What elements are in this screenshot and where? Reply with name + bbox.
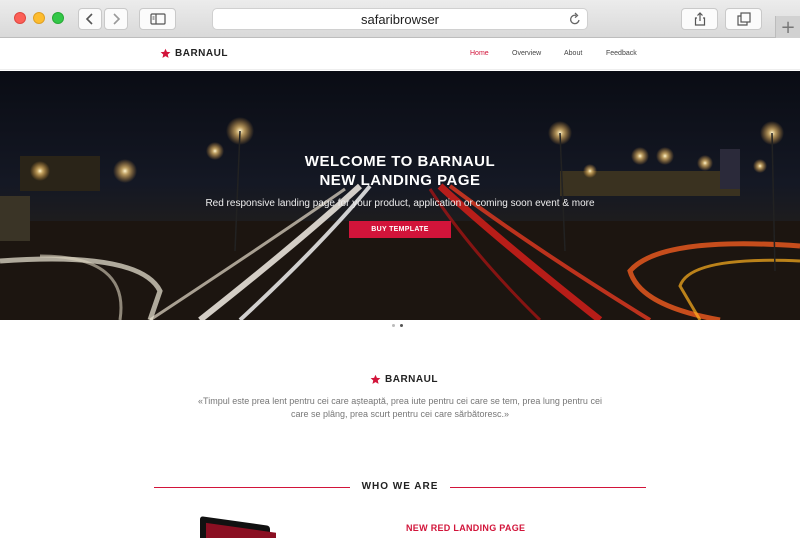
- nav-link-home[interactable]: Home: [470, 50, 489, 57]
- site-header: BARNAUL Home Overview About Feedback: [0, 38, 800, 70]
- browser-toolbar: safaribrowser: [0, 0, 800, 38]
- buy-template-button[interactable]: BUY TEMPLATE: [349, 221, 451, 238]
- new-tab-button[interactable]: +: [775, 16, 800, 38]
- who-we-are-title: WHO WE ARE: [361, 481, 439, 492]
- about-quote: «Timpul este prea lent pentru cei care a…: [198, 396, 602, 419]
- section-subheading: NEW RED LANDING PAGE: [406, 523, 526, 533]
- chevron-left-icon: [85, 13, 93, 25]
- hero-background-image: [0, 117, 800, 320]
- sidebar-icon: [149, 13, 166, 25]
- forward-button[interactable]: [104, 8, 128, 30]
- nav-link-overview[interactable]: Overview: [512, 50, 541, 57]
- close-window-button[interactable]: [14, 12, 26, 24]
- nav-link-about[interactable]: About: [564, 50, 582, 57]
- browser-window: safaribrowser + BARNAUL Home Overview Ab…: [0, 0, 800, 538]
- star-icon: [370, 374, 381, 384]
- tabs-icon: [736, 12, 751, 26]
- hero-title-line-1: WELCOME TO BARNAUL: [304, 153, 496, 170]
- share-icon: [694, 12, 705, 26]
- share-button[interactable]: [681, 8, 718, 30]
- hero-slider: WELCOME TO BARNAUL NEW LANDING PAGE Red …: [0, 71, 800, 320]
- reload-icon: [570, 12, 580, 25]
- site-brand: BARNAUL: [175, 48, 228, 59]
- reload-button[interactable]: [569, 12, 581, 29]
- address-text: safaribrowser: [360, 11, 440, 27]
- slider-pagination: [392, 324, 403, 327]
- address-bar[interactable]: safaribrowser: [212, 8, 588, 30]
- hero-title-line-2: NEW LANDING PAGE: [319, 172, 481, 189]
- site-logo[interactable]: BARNAUL: [160, 48, 228, 59]
- nav-link-feedback[interactable]: Feedback: [606, 50, 637, 57]
- hero-subtitle: Red responsive landing page for your pro…: [205, 198, 595, 209]
- device-image: [200, 516, 276, 538]
- slider-dot-1[interactable]: [392, 324, 395, 327]
- star-icon: [160, 48, 171, 58]
- slider-dot-2[interactable]: [400, 324, 403, 327]
- about-brand-label: BARNAUL: [385, 374, 438, 385]
- sidebar-button[interactable]: [139, 8, 176, 30]
- minimize-window-button[interactable]: [33, 12, 45, 24]
- chevron-right-icon: [113, 13, 121, 25]
- back-button[interactable]: [78, 8, 102, 30]
- about-brand: BARNAUL: [370, 374, 438, 385]
- who-we-are-heading: WHO WE ARE: [154, 481, 646, 493]
- tabs-button[interactable]: [725, 8, 762, 30]
- zoom-window-button[interactable]: [52, 12, 64, 24]
